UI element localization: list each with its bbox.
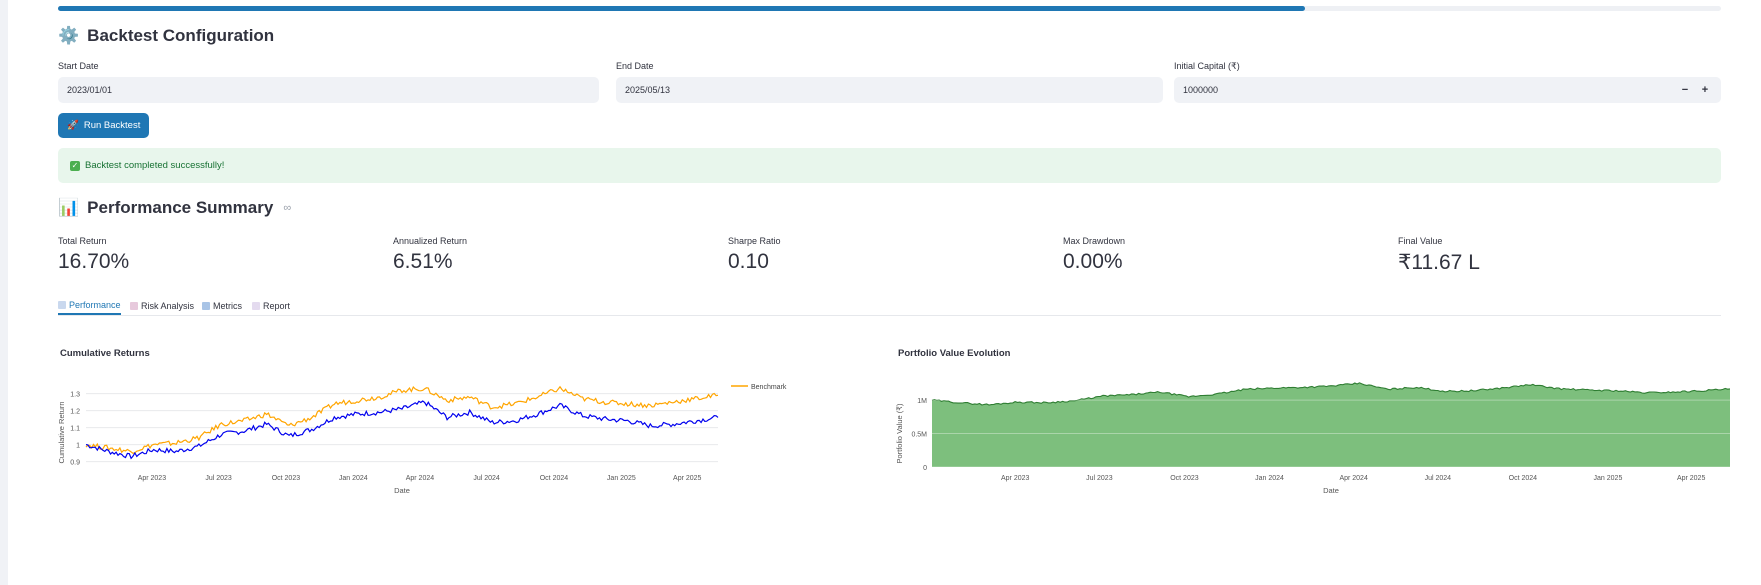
decrement-button[interactable]: − xyxy=(1675,84,1695,96)
y-tick-label: 1.3 xyxy=(70,392,80,399)
link-icon[interactable]: ∞ xyxy=(283,202,291,214)
x-tick-label: Apr 2024 xyxy=(1339,475,1368,482)
start-date-input[interactable]: 2023/01/01 xyxy=(58,77,599,103)
x-tick-label: Oct 2023 xyxy=(1170,475,1199,482)
y-tick-label: 1.1 xyxy=(70,426,80,433)
x-tick-label: Jan 2025 xyxy=(1594,475,1623,482)
bar-chart-icon: 📊 xyxy=(58,198,80,217)
document-icon xyxy=(252,301,260,310)
success-alert: ✓ Backtest completed successfully! xyxy=(58,148,1721,183)
metric-value: 6.51% xyxy=(393,250,453,273)
tab-risk-analysis[interactable]: Risk Analysis xyxy=(130,296,194,315)
sidebar-edge xyxy=(0,0,8,585)
x-tick-label: Jul 2024 xyxy=(1425,475,1452,482)
increment-button[interactable]: + xyxy=(1695,84,1715,96)
tab-performance[interactable]: Performance xyxy=(58,296,121,315)
metric-label: Sharpe Ratio xyxy=(728,236,781,246)
cumulative-returns-chart: 0.9 1 1.1 1.2 1.3 Apr 2023 Jul 2023 Oct 2023 Jan… xyxy=(58,384,787,495)
metric-value: 0.10 xyxy=(728,250,769,273)
y-tick-label: 1.2 xyxy=(70,409,80,416)
x-tick-label: Apr 2024 xyxy=(406,475,435,482)
area-fill xyxy=(932,382,1730,467)
metric-value: 0.00% xyxy=(1063,250,1123,273)
y-tick-label: 1 xyxy=(76,443,80,450)
capital-label: Initial Capital (₹) xyxy=(1174,61,1240,71)
chart-title: Cumulative Returns xyxy=(60,348,150,359)
x-tick-label: Jul 2023 xyxy=(205,475,232,482)
progress-bar xyxy=(58,6,1721,11)
x-axis-label: Date xyxy=(1323,486,1339,495)
down-trend-icon xyxy=(130,301,138,310)
x-tick-label: Jul 2023 xyxy=(1086,475,1113,482)
progress-bar-fill xyxy=(58,6,1306,11)
metric-value: 16.70% xyxy=(58,250,130,273)
y-axis-label: Cumulative Return xyxy=(58,401,66,463)
x-tick-label: Apr 2025 xyxy=(1677,475,1706,482)
tab-bar: Performance Risk Analysis Metrics Report xyxy=(58,296,1721,316)
x-tick-label: Oct 2024 xyxy=(1509,475,1538,482)
metric-label: Final Value xyxy=(1398,236,1443,246)
check-icon: ✓ xyxy=(70,160,80,171)
config-title: ⚙️ Backtest Configuration xyxy=(58,26,275,45)
line-chart-icon xyxy=(58,300,66,309)
x-tick-label: Jan 2024 xyxy=(339,475,368,482)
series-line-portfolio xyxy=(85,400,719,460)
end-date-label: End Date xyxy=(616,61,654,71)
metric-label: Total Return xyxy=(58,236,107,246)
gear-icon: ⚙️ xyxy=(58,26,80,45)
capital-input[interactable]: 1000000 − + xyxy=(1174,77,1721,103)
tab-report[interactable]: Report xyxy=(252,296,290,315)
metric-label: Max Drawdown xyxy=(1063,236,1126,246)
legend-label: Benchmark xyxy=(751,384,787,391)
y-tick-label: 0.5M xyxy=(911,432,927,439)
x-tick-label: Oct 2023 xyxy=(272,475,301,482)
x-tick-label: Oct 2024 xyxy=(540,475,569,482)
tab-metrics[interactable]: Metrics xyxy=(202,296,242,315)
y-axis-label: Portfolio Value (₹) xyxy=(895,403,904,464)
summary-title: 📊 Performance Summary ∞ xyxy=(58,198,292,217)
chart-title: Portfolio Value Evolution xyxy=(898,348,1011,359)
rocket-icon: 🚀 xyxy=(67,120,79,131)
x-tick-label: Jan 2025 xyxy=(607,475,636,482)
start-date-label: Start Date xyxy=(58,61,99,71)
x-tick-label: Jan 2024 xyxy=(1255,475,1284,482)
x-tick-label: Apr 2023 xyxy=(1001,475,1030,482)
run-backtest-button[interactable]: 🚀 Run Backtest xyxy=(58,113,150,138)
y-tick-label: 0 xyxy=(923,465,927,472)
y-tick-label: 0.9 xyxy=(70,460,80,467)
metric-value: ₹11.67 L xyxy=(1398,251,1480,274)
x-tick-label: Apr 2023 xyxy=(138,475,167,482)
x-tick-label: Apr 2025 xyxy=(673,475,702,482)
capital-stepper: − + xyxy=(1675,77,1715,103)
end-date-input[interactable]: 2025/05/13 xyxy=(616,77,1163,103)
bar-chart-icon xyxy=(202,301,210,310)
x-axis-label: Date xyxy=(394,486,410,495)
metric-label: Annualized Return xyxy=(393,236,468,246)
y-tick-label: 1M xyxy=(917,398,927,405)
x-tick-label: Jul 2024 xyxy=(473,475,500,482)
portfolio-value-chart: 0 0.5M 1M Apr 2023 Jul 2023 Oct 2023 Jan 2024 A… xyxy=(895,382,1730,495)
